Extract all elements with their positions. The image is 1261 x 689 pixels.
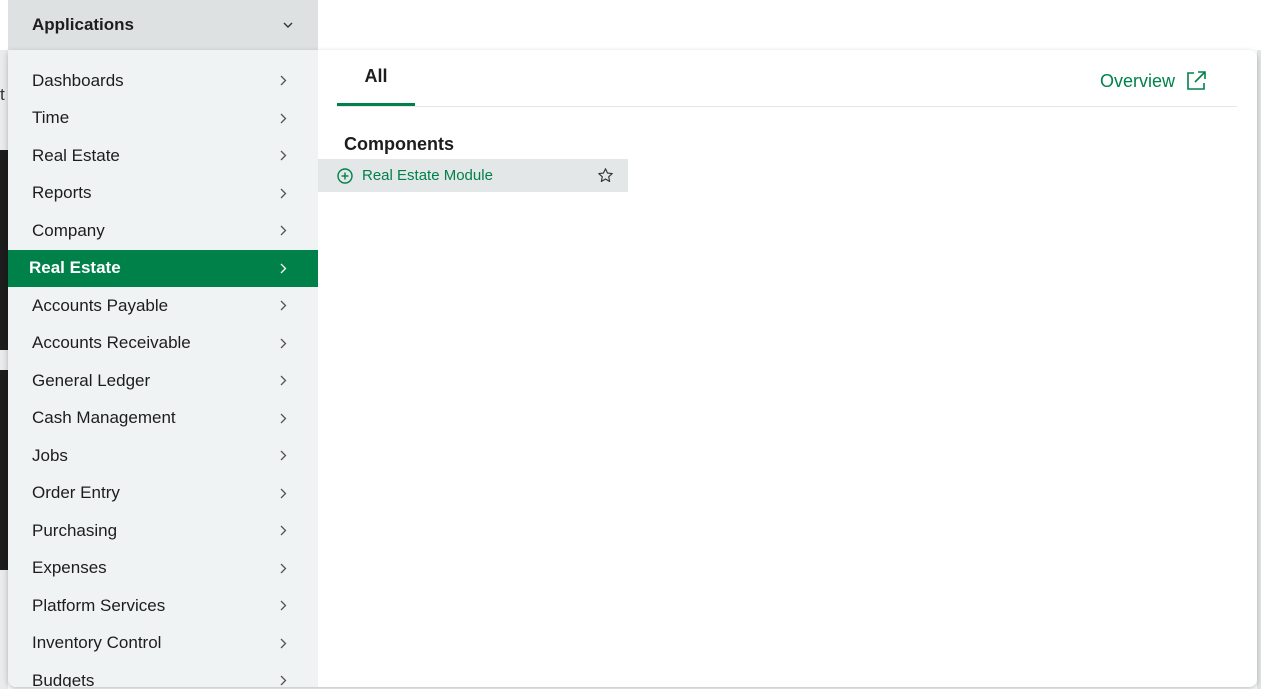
- external-link-icon: [1185, 70, 1207, 92]
- overview-label: Overview: [1099, 70, 1175, 91]
- sidebar-item-reports[interactable]: Reports: [8, 175, 318, 212]
- chevron-right-icon: [278, 637, 288, 649]
- component-label: Real Estate Module: [362, 167, 493, 184]
- chevron-right-icon: [278, 225, 288, 237]
- sidebar-item-purchasing[interactable]: Purchasing: [8, 512, 318, 549]
- chevron-right-icon: [278, 112, 288, 124]
- chevron-right-icon: [278, 337, 288, 349]
- sidebar-item-real-estate[interactable]: Real Estate: [8, 249, 318, 287]
- sidebar-item-label: Jobs: [32, 445, 68, 465]
- overview-link[interactable]: Overview: [1100, 70, 1207, 92]
- sidebar-item-label: Cash Management: [32, 408, 176, 427]
- background-app-right-edge: [1257, 50, 1261, 689]
- applications-sidebar: Dashboards Time Real Estate Reports Company R…: [8, 50, 318, 687]
- chevron-right-icon: [278, 675, 288, 687]
- sidebar-item-budgets[interactable]: Budgets: [8, 662, 318, 687]
- chevron-right-icon: [278, 600, 288, 612]
- plus-circle-icon[interactable]: [337, 167, 353, 184]
- chevron-right-icon: [278, 375, 288, 387]
- sidebar-item-cash-management[interactable]: Cash Management: [8, 400, 318, 437]
- applications-menu-button[interactable]: Applications: [8, 0, 318, 50]
- applications-label: Applications: [32, 15, 135, 34]
- chevron-right-icon: [278, 412, 288, 424]
- chevron-right-icon: [278, 75, 288, 87]
- sidebar-item-label: Order Entry: [32, 483, 120, 502]
- tab-bar: All Overview: [337, 50, 1237, 107]
- chevron-right-icon: [278, 300, 288, 312]
- star-icon[interactable]: [597, 167, 614, 184]
- sidebar-item-label: Expenses: [32, 558, 107, 577]
- sidebar-item-order-entry[interactable]: Order Entry: [8, 475, 318, 512]
- sidebar-item-label: Real Estate: [29, 258, 121, 277]
- sidebar-item-accounts-payable[interactable]: Accounts Payable: [8, 287, 318, 324]
- chevron-right-icon: [278, 487, 288, 499]
- sidebar-item-label: General Ledger: [32, 370, 151, 390]
- sidebar-item-dashboards[interactable]: Dashboards: [8, 62, 318, 99]
- background-partial-text: t: [0, 85, 5, 104]
- sidebar-item-general-ledger[interactable]: General Ledger: [8, 362, 318, 399]
- sidebar-item-label: Dashboards: [32, 70, 124, 90]
- components-section-title: Components: [344, 134, 454, 154]
- sidebar-item-real-estate[interactable]: Real Estate: [8, 137, 318, 174]
- sidebar-item-expenses[interactable]: Expenses: [8, 550, 318, 587]
- sidebar-item-company[interactable]: Company: [8, 212, 318, 249]
- sidebar-item-label: Reports: [32, 183, 92, 202]
- sidebar-item-label: Budgets: [32, 670, 95, 688]
- applications-main-panel: All Overview Components Real Estate Modu…: [318, 50, 1257, 687]
- sidebar-item-platform-services[interactable]: Platform Services: [8, 587, 318, 624]
- sidebar-item-label: Inventory Control: [32, 633, 162, 652]
- sidebar-item-label: Accounts Payable: [32, 295, 169, 315]
- sidebar-item-time[interactable]: Time: [8, 100, 318, 137]
- sidebar-item-label: Time: [32, 108, 70, 127]
- sidebar-item-label: Accounts Receivable: [32, 333, 191, 352]
- component-item-real-estate-module[interactable]: Real Estate Module: [318, 159, 628, 192]
- page: t Applications Dashboards Time Real Estate…: [0, 0, 1261, 689]
- sidebar-item-accounts-receivable[interactable]: Accounts Receivable: [8, 325, 318, 362]
- background-block: [0, 370, 8, 570]
- tab-all[interactable]: All: [337, 50, 415, 106]
- applications-flyout: Dashboards Time Real Estate Reports Company R…: [8, 50, 1257, 687]
- sidebar-item-label: Real Estate: [32, 145, 120, 165]
- chevron-right-icon: [278, 187, 288, 199]
- chevron-down-icon: [282, 19, 294, 31]
- sidebar-item-label: Platform Services: [32, 595, 166, 615]
- chevron-right-icon: [278, 525, 288, 537]
- background-block: [0, 150, 8, 350]
- chevron-right-icon: [278, 450, 288, 462]
- sidebar-item-inventory-control[interactable]: Inventory Control: [8, 625, 318, 662]
- chevron-right-icon: [278, 150, 288, 162]
- sidebar-item-label: Purchasing: [32, 520, 118, 540]
- chevron-right-icon: [278, 262, 288, 274]
- sidebar-item-jobs[interactable]: Jobs: [8, 437, 318, 474]
- chevron-right-icon: [278, 562, 288, 574]
- background-app-edge: [0, 50, 8, 689]
- sidebar-item-label: Company: [32, 220, 105, 240]
